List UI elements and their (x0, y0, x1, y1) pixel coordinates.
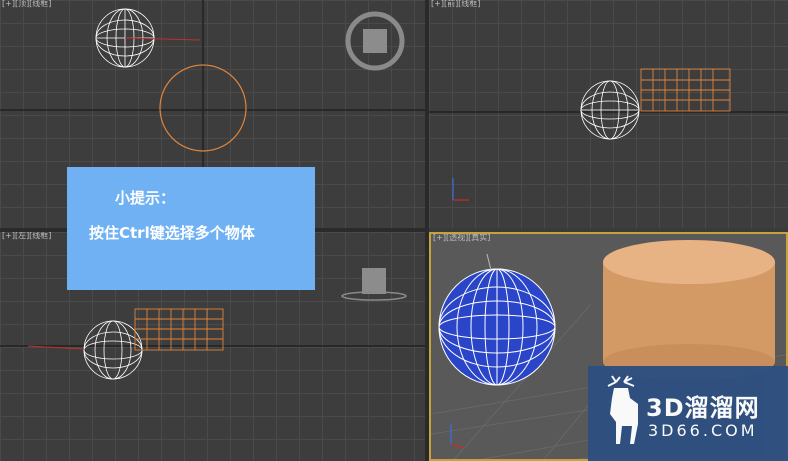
axis-gizmo (450, 424, 466, 449)
box-wireframe (134, 308, 224, 351)
deer-logo-icon (607, 375, 638, 444)
watermark-url: 3D66.COM (648, 421, 758, 440)
tip-title: 小提示： (115, 189, 176, 207)
front-scene (429, 68, 788, 201)
box-wireframe (640, 68, 731, 112)
watermark: 3D溜溜网 3D66.COM (588, 366, 788, 461)
sphere-shaded (438, 268, 556, 386)
viewport-front[interactable]: [+][前][线框] (429, 0, 788, 228)
tip-box: 小提示： 按住Ctrl键选择多个物体 (67, 167, 315, 290)
cylinder-shaded (603, 240, 775, 380)
camera-object (362, 268, 386, 294)
axis-gizmo (452, 178, 469, 201)
sphere-wireframe (83, 320, 143, 380)
tip-body: 按住Ctrl键选择多个物体 (89, 224, 255, 242)
watermark-name: 3D溜溜网 (646, 394, 760, 422)
sphere-wireframe (580, 80, 640, 140)
